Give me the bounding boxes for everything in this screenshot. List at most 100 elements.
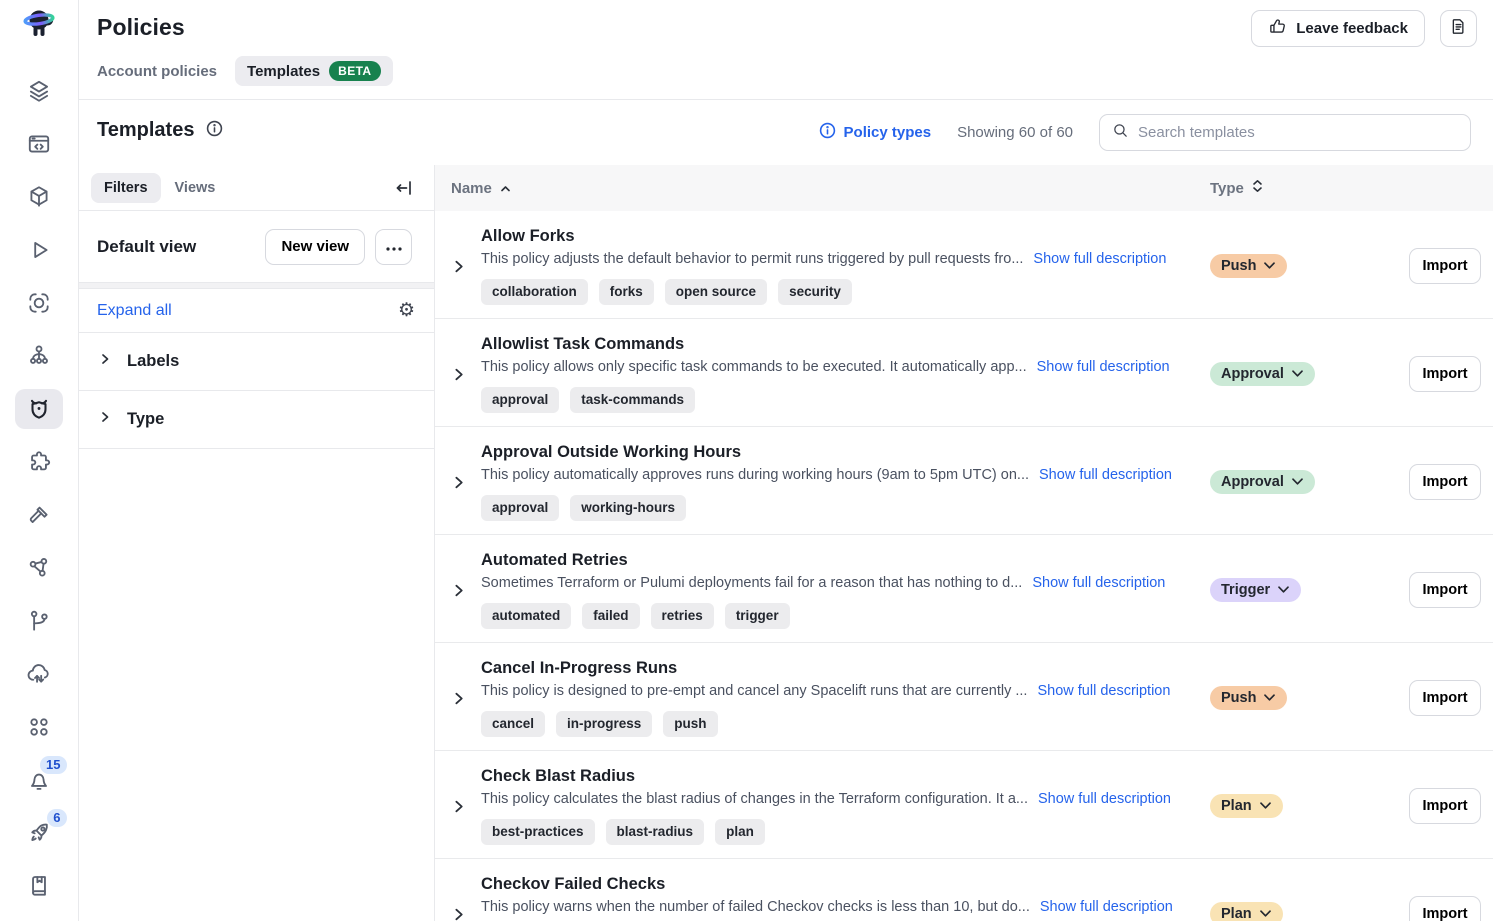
- label-tag[interactable]: security: [778, 279, 852, 305]
- show-full-description-link[interactable]: Show full description: [1040, 898, 1173, 916]
- sidebar-item-webhooks[interactable]: [0, 541, 78, 594]
- tab-views[interactable]: Views: [161, 173, 230, 203]
- leave-feedback-button[interactable]: Leave feedback: [1251, 10, 1425, 47]
- label-tag[interactable]: best-practices: [481, 819, 595, 845]
- label-tag[interactable]: working-hours: [570, 495, 686, 521]
- sidebar-item-integrations[interactable]: [0, 435, 78, 488]
- stacks-icon: [15, 71, 63, 111]
- book-icon: [15, 866, 63, 906]
- sidebar-item-stacks[interactable]: [0, 64, 78, 117]
- show-full-description-link[interactable]: Show full description: [1037, 682, 1170, 700]
- label-tag[interactable]: automated: [481, 603, 571, 629]
- expand-row-chevron-icon[interactable]: [451, 367, 481, 382]
- table-header: Name Type: [435, 165, 1493, 211]
- table-row: Cancel In-Progress Runs This policy is d…: [435, 643, 1493, 751]
- sidebar-item-apps[interactable]: [0, 700, 78, 753]
- label-tag[interactable]: open source: [665, 279, 767, 305]
- shield-horns-icon: [15, 389, 63, 429]
- column-header-name[interactable]: Name: [451, 180, 1210, 197]
- type-badge[interactable]: Approval: [1210, 470, 1315, 494]
- type-badge[interactable]: Plan: [1210, 794, 1283, 818]
- import-button[interactable]: Import: [1409, 896, 1481, 921]
- type-badge[interactable]: Trigger: [1210, 578, 1301, 602]
- expand-row-chevron-icon[interactable]: [451, 799, 481, 814]
- sidebar-item-policies[interactable]: [0, 382, 78, 435]
- label-tag[interactable]: failed: [582, 603, 639, 629]
- import-button[interactable]: Import: [1409, 788, 1481, 824]
- type-badge[interactable]: Plan: [1210, 902, 1283, 921]
- view-options-button[interactable]: [375, 229, 412, 265]
- sidebar-item-spaces[interactable]: [0, 329, 78, 382]
- show-full-description-link[interactable]: Show full description: [1033, 250, 1166, 268]
- type-badge[interactable]: Approval: [1210, 362, 1315, 386]
- collapse-panel-button[interactable]: [394, 178, 414, 198]
- search-input[interactable]: [1138, 124, 1458, 141]
- template-title[interactable]: Checkov Failed Checks: [481, 875, 1210, 894]
- new-view-button[interactable]: New view: [265, 229, 365, 265]
- filter-section-type[interactable]: Type: [79, 391, 434, 449]
- template-title[interactable]: Automated Retries: [481, 551, 1210, 570]
- template-title[interactable]: Check Blast Radius: [481, 767, 1210, 786]
- info-icon[interactable]: [206, 120, 223, 142]
- import-button[interactable]: Import: [1409, 464, 1481, 500]
- sidebar-item-worker-pools[interactable]: [0, 488, 78, 541]
- sidebar-item-resources[interactable]: [0, 170, 78, 223]
- policy-types-link[interactable]: Policy types: [819, 122, 932, 143]
- import-button[interactable]: Import: [1409, 680, 1481, 716]
- label-tag[interactable]: retries: [651, 603, 714, 629]
- code-window-icon: [15, 124, 63, 164]
- expand-row-chevron-icon[interactable]: [451, 475, 481, 490]
- sidebar-item-launchpad[interactable]: 6: [0, 806, 78, 859]
- expand-row-chevron-icon[interactable]: [451, 583, 481, 598]
- expand-row-chevron-icon[interactable]: [451, 691, 481, 706]
- label-tag[interactable]: push: [663, 711, 717, 737]
- import-button[interactable]: Import: [1409, 356, 1481, 392]
- type-badge-label: Approval: [1221, 366, 1284, 382]
- type-badge[interactable]: Push: [1210, 686, 1287, 710]
- label-tag[interactable]: trigger: [725, 603, 790, 629]
- type-badge[interactable]: Push: [1210, 254, 1287, 278]
- label-tag[interactable]: plan: [715, 819, 765, 845]
- filter-settings-gear-icon[interactable]: ⚙: [398, 301, 415, 320]
- template-title[interactable]: Allowlist Task Commands: [481, 335, 1210, 354]
- tab-account-policies[interactable]: Account policies: [89, 57, 225, 86]
- label-tag[interactable]: cancel: [481, 711, 545, 737]
- expand-all-link[interactable]: Expand all: [97, 302, 172, 320]
- header-actions: Leave feedback: [1251, 10, 1477, 47]
- template-title[interactable]: Approval Outside Working Hours: [481, 443, 1210, 462]
- label-tag[interactable]: task-commands: [570, 387, 695, 413]
- release-notes-button[interactable]: [1440, 10, 1477, 47]
- template-title[interactable]: Allow Forks: [481, 227, 1210, 246]
- sidebar-item-documentation[interactable]: [0, 859, 78, 912]
- sidebar-item-blueprints[interactable]: [0, 117, 78, 170]
- filter-section-label: Type: [127, 410, 164, 429]
- show-full-description-link[interactable]: Show full description: [1038, 790, 1171, 808]
- spacelift-logo[interactable]: [19, 5, 59, 54]
- import-button[interactable]: Import: [1409, 248, 1481, 284]
- show-full-description-link[interactable]: Show full description: [1039, 466, 1172, 484]
- expand-row-chevron-icon[interactable]: [451, 259, 481, 274]
- tab-filters[interactable]: Filters: [91, 173, 161, 203]
- label-tag[interactable]: forks: [599, 279, 654, 305]
- label-tag[interactable]: approval: [481, 495, 559, 521]
- type-badge-label: Plan: [1221, 906, 1252, 921]
- show-full-description-link[interactable]: Show full description: [1037, 358, 1170, 376]
- show-full-description-link[interactable]: Show full description: [1032, 574, 1165, 592]
- column-header-type[interactable]: Type: [1210, 179, 1409, 197]
- label-tag[interactable]: blast-radius: [606, 819, 705, 845]
- label-tag[interactable]: in-progress: [556, 711, 652, 737]
- tab-templates[interactable]: Templates BETA: [235, 56, 392, 86]
- sidebar-item-runs[interactable]: [0, 223, 78, 276]
- sidebar-item-cloud-integrations[interactable]: [0, 647, 78, 700]
- label-tag[interactable]: collaboration: [481, 279, 588, 305]
- label-tag[interactable]: approval: [481, 387, 559, 413]
- nodes-icon: [15, 548, 63, 588]
- import-button[interactable]: Import: [1409, 572, 1481, 608]
- expand-row-chevron-icon[interactable]: [451, 907, 481, 921]
- search-icon: [1112, 122, 1129, 144]
- template-title[interactable]: Cancel In-Progress Runs: [481, 659, 1210, 678]
- sidebar-item-drift-detection[interactable]: [0, 276, 78, 329]
- filter-section-labels[interactable]: Labels: [79, 333, 434, 391]
- sidebar-item-vcs[interactable]: [0, 594, 78, 647]
- sidebar-item-notifications[interactable]: 15: [0, 753, 78, 806]
